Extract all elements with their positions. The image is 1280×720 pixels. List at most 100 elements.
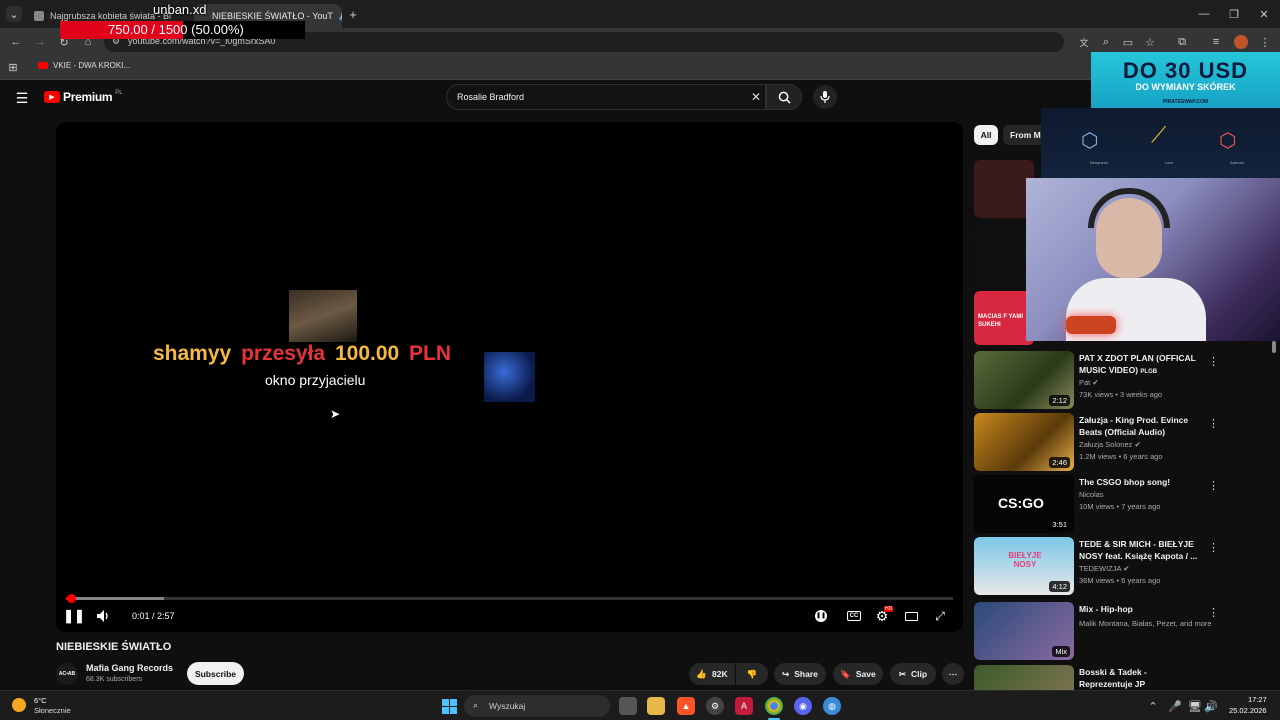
brave-browser-icon[interactable]: ▲ (677, 697, 695, 715)
globe-app-icon[interactable]: ◍ (823, 697, 841, 715)
channel-name[interactable]: Malik Montana, Białas, Pezet, and more (1079, 619, 1212, 628)
tab-search-button[interactable]: ⌄ (6, 6, 22, 22)
browser-menu-icon[interactable]: ⋮ (1258, 34, 1272, 50)
dislike-button[interactable]: 👎 (736, 663, 768, 685)
channel-avatar[interactable]: AC•AB (56, 663, 78, 685)
tray-volume-icon[interactable]: 🔊 (1204, 699, 1218, 713)
media-controls-icon[interactable]: ≡ (1208, 34, 1224, 50)
theater-mode-button[interactable] (901, 608, 921, 624)
youtube-premium-logo[interactable]: ▶ Premium PL (44, 90, 123, 104)
save-button[interactable]: 🔖 Save (833, 663, 883, 685)
extensions-icon[interactable]: ⧉ (1174, 34, 1190, 50)
video-thumbnail[interactable]: CS:GO 3:51 (974, 475, 1074, 533)
taskbar-search[interactable]: ⌕ Wyszukaj (464, 695, 610, 717)
clock-date[interactable]: 25.02.2026 (1229, 706, 1267, 715)
search-button[interactable] (766, 84, 802, 110)
settings-app-icon[interactable]: ⚙ (706, 697, 724, 715)
channel-name[interactable]: TEDEWIZJA ✔ (1079, 564, 1129, 573)
task-view-icon[interactable] (619, 697, 637, 715)
video-thumbnail[interactable] (974, 665, 1074, 690)
hamburger-menu-icon[interactable]: ☰ (14, 90, 30, 106)
streamer-name: unban.xd (153, 2, 207, 17)
like-button[interactable]: 👍 82K (689, 663, 735, 685)
file-explorer-icon[interactable] (647, 697, 665, 715)
video-player[interactable]: shamyy przesyła 100.00 PLN okno przyjaci… (56, 122, 963, 632)
partial-thumbnail[interactable]: MACIAS F YAMI SUKEHI (974, 291, 1034, 345)
progress-bar[interactable] (66, 594, 953, 603)
scrubber-handle[interactable] (67, 594, 77, 603)
sidebar-scrollbar[interactable] (1272, 341, 1276, 353)
partial-thumbnail[interactable] (974, 229, 1034, 287)
adobe-app-icon[interactable]: A (735, 697, 753, 715)
maximize-window-button[interactable]: ❐ (1226, 6, 1242, 22)
forward-arrow-icon[interactable]: → (32, 34, 48, 50)
thumbs-up-icon: 👍 (696, 668, 707, 679)
recommendation-item[interactable]: 2:46 Załuzja - King Prod. Evince Beats (… (974, 413, 1219, 471)
star-icon[interactable]: ☆ (1142, 34, 1158, 50)
channel-avatar-text: AC•AB (58, 671, 76, 677)
recommendation-item[interactable]: BIEŁYJE NOSY 4:12 TEDE & SIR MICH - BIEŁ… (974, 537, 1219, 595)
pause-button[interactable]: ❚❚ (63, 606, 85, 626)
channel-name[interactable]: Załuzja Solonez ✔ (1079, 440, 1141, 449)
voice-search-button[interactable] (813, 85, 837, 109)
autoplay-icon: ❚❚ (815, 610, 827, 622)
donation-media-thumbnail (484, 352, 535, 402)
recommendation-item[interactable]: Mix Mix - Hip-hop Malik Montana, Białas,… (974, 602, 1219, 660)
weather-temp: 6°C (34, 696, 47, 705)
bookmark-icon: 🔖 (840, 668, 851, 679)
recommendation-item[interactable]: CS:GO 3:51 The CSGO bhop song! Nicolas 1… (974, 475, 1219, 533)
zoom-icon[interactable]: ⌕ (1098, 34, 1114, 50)
autoplay-toggle[interactable]: ❚❚ (812, 608, 830, 624)
close-window-button[interactable]: ✕ (1256, 6, 1272, 22)
video-thumbnail[interactable]: BIEŁYJE NOSY 4:12 (974, 537, 1074, 595)
network-icon[interactable]: 🖥 (1188, 699, 1202, 713)
more-options-icon[interactable]: ⋮ (1208, 606, 1219, 619)
share-button[interactable]: ↪ Share (774, 663, 826, 685)
channel-name[interactable]: Mafia Gang Records (86, 663, 173, 673)
profile-avatar[interactable] (1234, 35, 1248, 49)
tray-overflow-icon[interactable]: ⌃ (1146, 699, 1160, 713)
settings-button[interactable]: ⚙ HD (872, 606, 894, 626)
taskbar-search-placeholder: Wyszukaj (489, 701, 526, 711)
channel-name[interactable]: Pat ✔ (1079, 378, 1099, 387)
video-thumbnail[interactable]: 2:12 (974, 351, 1074, 409)
more-options-icon[interactable]: ⋮ (1208, 417, 1219, 430)
volume-button[interactable] (94, 606, 114, 626)
cast-icon[interactable]: ▭ (1120, 34, 1136, 50)
skin-name: Asiimov (1229, 160, 1244, 165)
translate-icon[interactable]: 文 (1076, 34, 1092, 50)
back-arrow-icon[interactable]: ← (8, 34, 24, 50)
clip-button[interactable]: ✂ Clip (890, 663, 936, 685)
more-actions-button[interactable]: ⋯ (942, 663, 964, 685)
video-thumbnail[interactable]: Mix (974, 602, 1074, 660)
chip-all[interactable]: All (974, 125, 998, 145)
bookmark-item[interactable]: VKIE - DWA KROKI... (38, 61, 130, 70)
minimize-window-button[interactable]: — (1196, 6, 1212, 22)
video-thumbnail[interactable]: 2:46 (974, 413, 1074, 471)
recommendation-item[interactable]: 2:12 PAT X ZDOT PLAN (OFFICAL MUSIC VIDE… (974, 351, 1219, 409)
channel-name[interactable]: Nicolas (1079, 490, 1104, 499)
fullscreen-button[interactable]: ⤢ (930, 606, 950, 626)
search-input[interactable]: Rosalie Bradford (457, 92, 524, 102)
subscribe-button[interactable]: Subscribe (187, 662, 244, 685)
more-options-icon[interactable]: ⋮ (1208, 541, 1219, 554)
discord-icon[interactable]: ◉ (794, 697, 812, 715)
time-display: 0:01 / 2:57 (132, 611, 175, 621)
tray-mic-icon[interactable]: 🎤 (1168, 699, 1182, 713)
subtitles-button[interactable]: CC (844, 608, 864, 624)
partial-thumbnail[interactable] (974, 160, 1034, 218)
new-tab-button[interactable]: + (345, 6, 361, 22)
clip-label: Clip (911, 669, 928, 679)
clock-time[interactable]: 17:27 (1248, 695, 1267, 704)
more-options-icon[interactable]: ⋮ (1208, 479, 1219, 492)
start-button[interactable] (440, 697, 458, 715)
clear-search-icon[interactable]: ✕ (751, 90, 761, 104)
closed-captions-icon: CC (846, 611, 862, 621)
weather-widget[interactable]: 6°C Słonecznie (12, 696, 92, 718)
more-options-icon[interactable]: ⋮ (1208, 355, 1219, 368)
apps-grid-icon[interactable]: ⊞ (6, 60, 20, 74)
search-box[interactable]: Rosalie Bradford ✕ (446, 84, 766, 110)
chrome-icon[interactable] (765, 697, 783, 715)
microphone-icon (1066, 316, 1116, 334)
recommendation-item[interactable]: Bosski & Tadek - Reprezentuje JP ⋮ (974, 665, 1204, 690)
